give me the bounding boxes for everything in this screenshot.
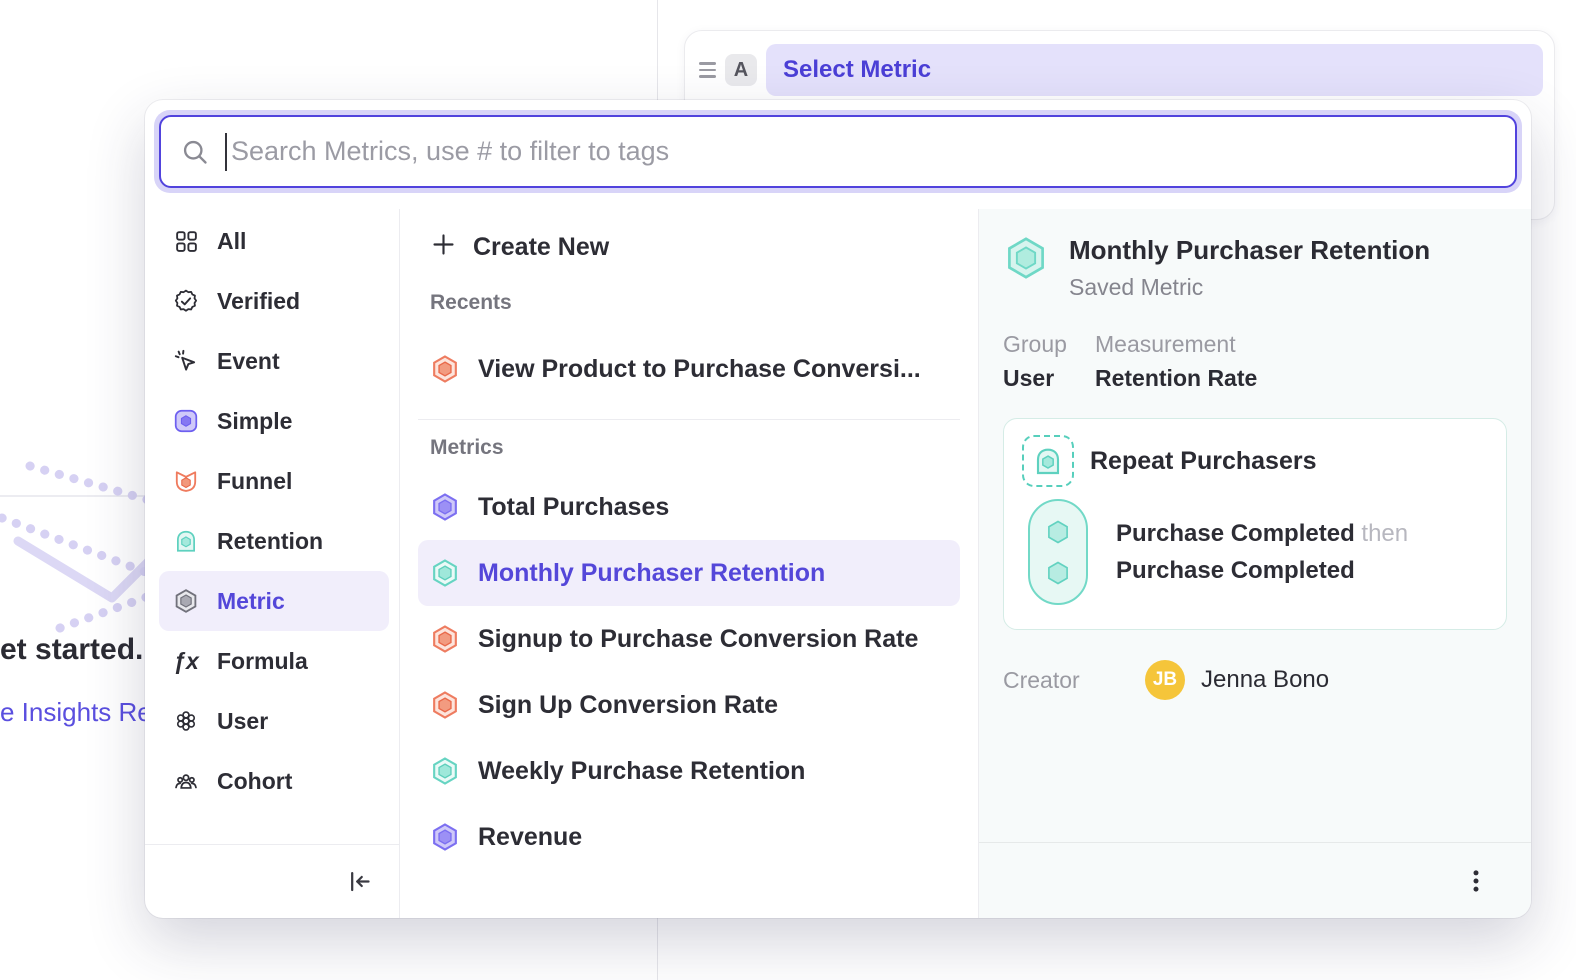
metric-icon-salmon	[430, 690, 460, 720]
collapse-left-icon[interactable]	[346, 868, 373, 895]
results-list: Create New Recents View Product to Purch…	[400, 209, 978, 918]
retention-metric-icon	[173, 528, 199, 554]
recents-heading: Recents	[430, 291, 960, 315]
metric-item-label: Monthly Purchaser Retention	[478, 559, 825, 588]
list-divider	[418, 419, 960, 420]
metric-icon-purple	[430, 492, 460, 522]
sidebar-item-event[interactable]: Event	[159, 331, 389, 391]
sidebar-item-label: Funnel	[217, 468, 292, 495]
metric-item-signup-to-purchase[interactable]: Signup to Purchase Conversion Rate	[418, 606, 960, 672]
recent-item[interactable]: View Product to Purchase Conversi...	[418, 337, 960, 401]
step-2-event: Purchase Completed	[1116, 557, 1355, 584]
metric-icon-teal	[430, 756, 460, 786]
metric-details-panel: Monthly Purchaser Retention Saved Metric…	[978, 209, 1531, 918]
saved-metric-icon	[173, 588, 199, 614]
cohort-icon	[173, 768, 199, 794]
sidebar-item-label: Retention	[217, 528, 323, 555]
details-subtitle: Saved Metric	[1069, 274, 1430, 301]
metric-info: Group User Measurement Retention Rate	[1003, 331, 1507, 392]
sidebar-footer	[145, 844, 399, 918]
search-focus-ring	[154, 110, 1522, 193]
verified-badge-icon	[173, 288, 199, 314]
retention-steps-capsule	[1028, 499, 1088, 605]
row-letter-badge[interactable]: A	[725, 54, 757, 86]
sidebar-item-label: Simple	[217, 408, 292, 435]
metric-item-label: Weekly Purchase Retention	[478, 757, 805, 786]
retention-definition-icon	[1022, 435, 1074, 487]
group-value: User	[1003, 365, 1071, 392]
creator-avatar: JB	[1145, 660, 1185, 700]
sidebar-item-metric[interactable]: Metric	[159, 571, 389, 631]
more-options-icon[interactable]	[1463, 868, 1489, 894]
step-hexagon-icon	[1044, 559, 1072, 587]
search-field[interactable]	[159, 115, 1517, 188]
details-title: Monthly Purchaser Retention	[1069, 235, 1430, 266]
metric-item-label: Sign Up Conversion Rate	[478, 691, 778, 720]
formula-icon: ƒx	[173, 648, 199, 674]
sidebar-item-label: Verified	[217, 288, 300, 315]
step-1-event: Purchase Completed	[1116, 520, 1355, 547]
search-input[interactable]	[231, 136, 1495, 167]
search-icon	[181, 138, 209, 166]
sidebar-item-label: Metric	[217, 588, 285, 615]
onboarding-headline-fragment: et started.	[0, 633, 143, 667]
metric-item-weekly-purchase-retention[interactable]: Weekly Purchase Retention	[418, 738, 960, 804]
creator-name: Jenna Bono	[1201, 666, 1329, 694]
metric-icon-teal	[430, 558, 460, 588]
saved-metric-teal-icon	[1003, 235, 1049, 281]
user-profile-icon	[173, 708, 199, 734]
sidebar-item-label: Event	[217, 348, 280, 375]
definition-card: Repeat Purchasers	[1003, 418, 1507, 630]
sidebar-item-cohort[interactable]: Cohort	[159, 751, 389, 811]
step-connector: then	[1361, 520, 1408, 547]
metric-item-total-purchases[interactable]: Total Purchases	[418, 474, 960, 540]
sidebar-item-label: All	[217, 228, 246, 255]
metric-icon-purple	[430, 822, 460, 852]
step-hexagon-icon	[1044, 518, 1072, 546]
sidebar-item-funnel[interactable]: Funnel	[159, 451, 389, 511]
funnel-metric-icon	[430, 354, 460, 384]
category-sidebar: All Verified	[145, 209, 400, 918]
sidebar-item-verified[interactable]: Verified	[159, 271, 389, 331]
sidebar-item-label: User	[217, 708, 268, 735]
simple-metric-icon	[173, 408, 199, 434]
metric-item-label: Revenue	[478, 823, 582, 852]
creator-label: Creator	[1003, 667, 1145, 694]
metric-item-sign-up-conversion[interactable]: Sign Up Conversion Rate	[418, 672, 960, 738]
measurement-label: Measurement	[1095, 331, 1257, 358]
creator-row: Creator JB Jenna Bono	[1003, 660, 1507, 700]
select-metric-button[interactable]: Select Metric	[766, 44, 1543, 96]
group-label: Group	[1003, 331, 1071, 358]
grid-all-icon	[173, 228, 199, 254]
recent-item-label: View Product to Purchase Conversi...	[478, 355, 921, 384]
text-caret	[225, 133, 227, 171]
definition-name: Repeat Purchasers	[1090, 447, 1317, 476]
metric-item-label: Total Purchases	[478, 493, 669, 522]
sidebar-item-simple[interactable]: Simple	[159, 391, 389, 451]
sidebar-item-label: Formula	[217, 648, 308, 675]
sidebar-item-retention[interactable]: Retention	[159, 511, 389, 571]
metrics-heading: Metrics	[430, 436, 960, 460]
sidebar-item-all[interactable]: All	[159, 211, 389, 271]
create-new-button[interactable]: Create New	[418, 219, 960, 275]
metric-query-row: A Select Metric	[696, 44, 1543, 96]
funnel-metric-icon	[173, 468, 199, 494]
sidebar-item-user[interactable]: User	[159, 691, 389, 751]
select-metric-label: Select Metric	[783, 56, 931, 84]
event-cursor-icon	[173, 348, 199, 374]
metric-item-revenue[interactable]: Revenue	[418, 804, 960, 870]
plus-icon	[430, 231, 457, 263]
measurement-value: Retention Rate	[1095, 365, 1257, 392]
drag-handle-icon[interactable]	[699, 62, 716, 78]
metric-item-label: Signup to Purchase Conversion Rate	[478, 625, 918, 654]
sidebar-item-formula[interactable]: ƒx Formula	[159, 631, 389, 691]
insights-report-link-fragment[interactable]: e Insights Re	[0, 697, 152, 728]
metric-item-monthly-purchaser-retention[interactable]: Monthly Purchaser Retention	[418, 540, 960, 606]
create-new-label: Create New	[473, 233, 609, 262]
sidebar-item-label: Cohort	[217, 768, 292, 795]
details-footer	[979, 842, 1531, 918]
metric-icon-salmon	[430, 624, 460, 654]
metric-picker-modal: All Verified	[145, 100, 1531, 918]
search-area	[145, 100, 1531, 193]
